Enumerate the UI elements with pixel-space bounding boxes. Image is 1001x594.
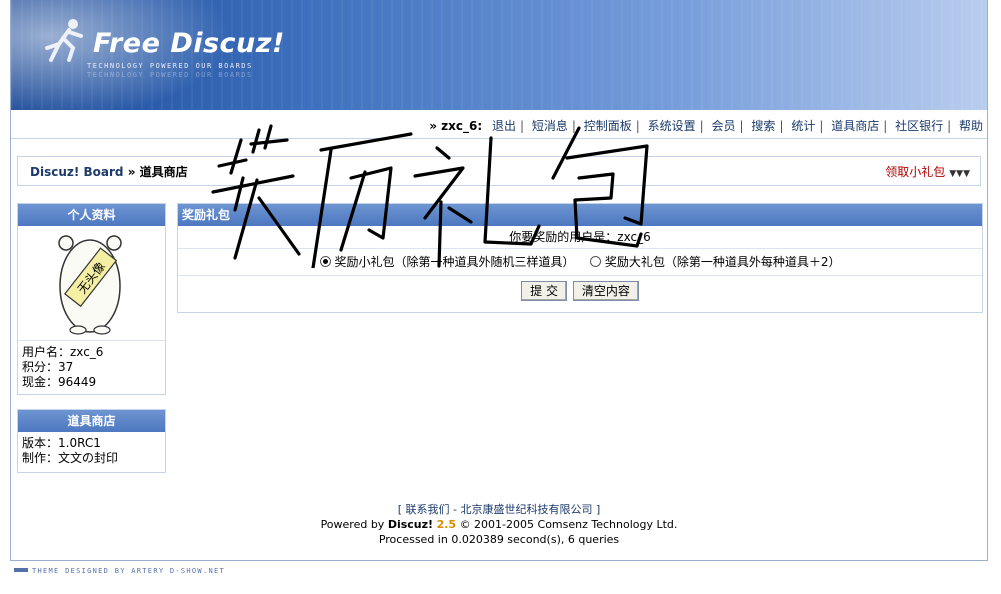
top-navigation: » zxc_6: 退出 | 短消息 | 控制面板 | 系统设置 | 会员 | 搜索 | 统计… [11,110,987,139]
nav-help[interactable]: 帮助 [959,119,983,133]
banner: Free Discuz! TECHNOLOGY POWERED OUR BOAR… [11,0,987,110]
nav-bank[interactable]: 社区银行 [895,119,943,133]
nav-stats[interactable]: 统计 [791,119,815,133]
gift-options-row: 奖励小礼包（除第一种道具外随机三样道具） 奖励大礼包（除第一种道具外每种道具＋2… [178,249,982,276]
contact-us-link[interactable]: 联系我们 [406,503,450,516]
profile-cash: 现金：96449 [22,375,97,389]
submit-button[interactable]: 提 交 [521,281,567,301]
version-number: 2.5 [436,518,457,531]
breadcrumb: Discuz! Board » 道具商店 领取小礼包 ▼▼▼ [17,156,981,186]
shop-author: 制作：文文の封印 [22,451,119,465]
processing-stats: Processed in 0.020389 second(s), 6 queri… [378,533,620,546]
form-buttons-row: 提 交 清空内容 [178,276,982,304]
theme-bar-icon [14,568,28,572]
large-gift-label[interactable]: 奖励大礼包（除第一种道具外每种道具＋2） [605,255,841,269]
nav-search[interactable]: 搜索 [751,119,775,133]
reset-button[interactable]: 清空内容 [572,281,639,301]
target-user-label: 你要奖励的用户是：zxc_6 [509,230,651,244]
profile-username: 用户名：zxc_6 [22,345,104,359]
profile-points: 积分：37 [22,360,74,374]
reward-gift-form: 奖励礼包 你要奖励的用户是：zxc_6 奖励小礼包（除第一种道具外随机三样道具）… [177,203,983,313]
avatar: 无头像 [18,226,165,341]
small-gift-radio[interactable] [319,256,331,267]
form-title: 奖励礼包 [178,204,982,226]
top-nav-links: » zxc_6: 退出 | 短消息 | 控制面板 | 系统设置 | 会员 | 搜索 | 统计… [429,119,983,133]
page-frame: Free Discuz! TECHNOLOGY POWERED OUR BOAR… [10,0,988,561]
breadcrumb-home[interactable]: Discuz! Board [30,165,124,179]
nav-members[interactable]: 会员 [712,119,736,133]
theme-credit-text: THEME DESIGNED BY ARTERY D-SHOW.NET [32,567,226,575]
shop-title: 道具商店 [18,410,165,432]
nav-logout[interactable]: 退出 [492,119,516,133]
shop-version: 版本：1.0RC1 [22,436,101,450]
theme-credit: THEME DESIGNED BY ARTERY D-SHOW.NET [14,567,225,575]
powered-by-label: Powered by [320,518,385,531]
profile-title: 个人资料 [18,204,165,226]
logo-tagline-reflection: TECHNOLOGY POWERED OUR BOARDS [87,71,253,79]
profile-panel: 个人资料 无头像 用户名：zxc_6 积分：37 现金：96449 [17,203,166,395]
logo-title[interactable]: Free Discuz! [93,28,285,59]
footer: [ 联系我们 - 北京康盛世纪科技有限公司 ] Powered by Discu… [11,502,987,547]
nav-system-settings[interactable]: 系统设置 [648,119,696,133]
nav-messages[interactable]: 短消息 [532,119,568,133]
large-gift-radio[interactable] [589,256,601,267]
breadcrumb-separator: » [123,165,140,179]
nav-item-shop[interactable]: 道具商店 [831,119,879,133]
claim-gift-link[interactable]: 领取小礼包 [885,165,945,179]
shop-info-panel: 道具商店 版本：1.0RC1 制作：文文の封印 [17,409,166,473]
runner-logo-icon [45,19,83,62]
target-user-row: 你要奖励的用户是：zxc_6 [178,226,982,249]
no-avatar-bear-icon: 无头像 [58,235,122,335]
current-user: » zxc_6: [429,119,483,133]
small-gift-label[interactable]: 奖励小礼包（除第一种道具外随机三样道具） [335,255,575,269]
logo-tagline: TECHNOLOGY POWERED OUR BOARDS [87,62,253,70]
nav-control-panel[interactable]: 控制面板 [584,119,632,133]
company-link[interactable]: 北京康盛世纪科技有限公司 [460,503,592,516]
copyright: © 2001-2005 Comsenz Technology Ltd. [459,518,678,531]
dropdown-arrows-icon[interactable]: ▼▼▼ [949,169,970,179]
discuz-link[interactable]: Discuz! [388,518,433,531]
breadcrumb-current: 道具商店 [139,165,188,179]
